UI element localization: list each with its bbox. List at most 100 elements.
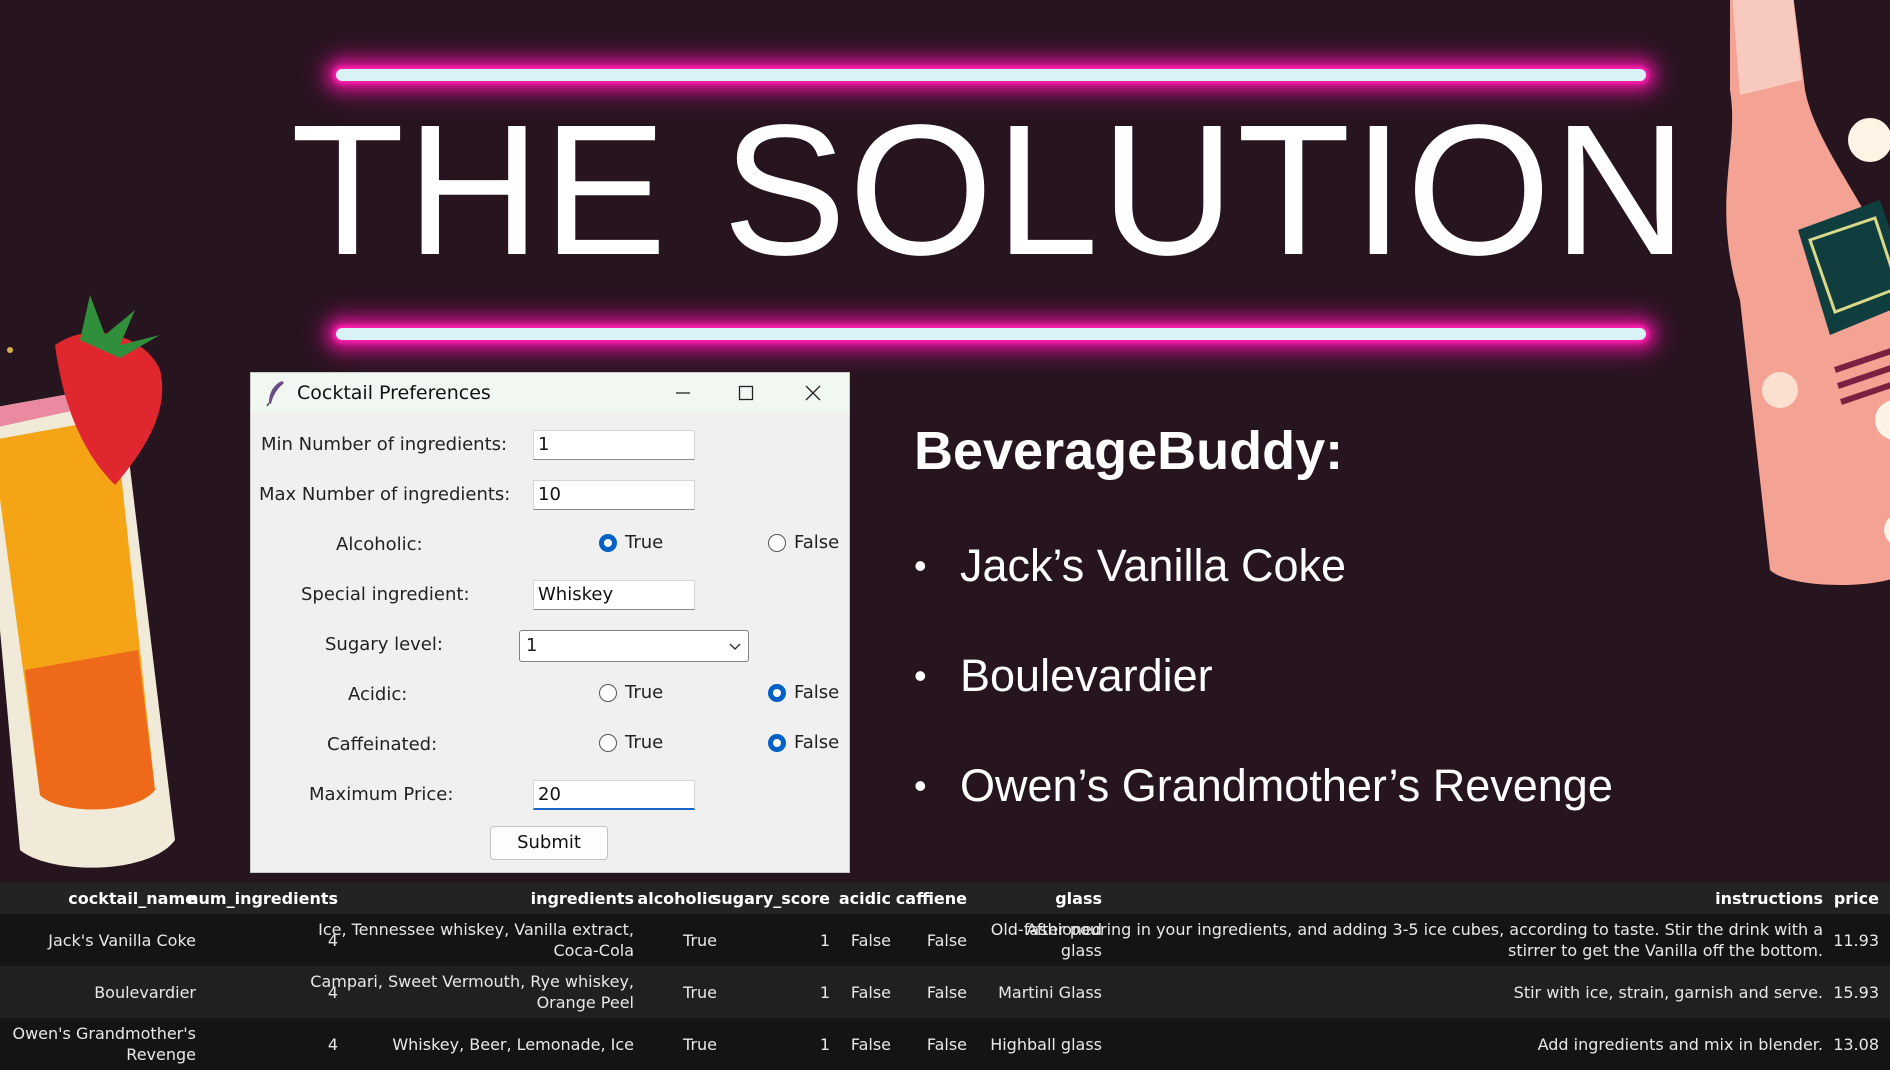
results-heading: BeverageBuddy: bbox=[914, 421, 1344, 481]
alcoholic-label: Alcoholic: bbox=[336, 534, 423, 555]
cell-instructions: After pouring in your ingredients, and a… bbox=[1026, 920, 1823, 939]
caffeinated-true-radio[interactable]: True bbox=[599, 732, 663, 753]
cell-acidic: False bbox=[850, 982, 891, 1002]
cell-ingredients: Coca-Cola bbox=[553, 941, 634, 960]
max-ingredients-input[interactable]: 10 bbox=[533, 480, 695, 510]
results-list: • Jack’s Vanilla Coke • Boulevardier • O… bbox=[914, 540, 1613, 870]
header-cell: sugary_score bbox=[711, 889, 830, 908]
radio-label: False bbox=[794, 732, 840, 753]
cell-price: 15.93 bbox=[1833, 982, 1879, 1002]
result-item: Owen’s Grandmother’s Revenge bbox=[960, 760, 1613, 811]
cell-ingredients: Whiskey, Beer, Lemonade, Ice bbox=[392, 1034, 634, 1054]
cell-caffiene: False bbox=[926, 930, 967, 950]
cell-caffiene: False bbox=[926, 982, 967, 1002]
table-row: Boulevardier 4 Campari, Sweet Vermouth, … bbox=[0, 966, 1890, 1018]
cell-ingredients: Campari, Sweet Vermouth, Rye whiskey, bbox=[310, 972, 634, 991]
max-ingredients-label: Max Number of ingredients: bbox=[259, 484, 511, 505]
cell-price: 13.08 bbox=[1833, 1034, 1879, 1054]
cell-cocktail-name: Jack's Vanilla Coke bbox=[48, 930, 196, 950]
cell-sugary-score: 1 bbox=[819, 982, 830, 1002]
caffeinated-label: Caffeinated: bbox=[327, 734, 438, 755]
sugary-level-label: Sugary level: bbox=[325, 634, 443, 655]
cell-ingredients: Orange Peel bbox=[536, 993, 634, 1012]
radio-label: True bbox=[625, 732, 664, 753]
special-ingredient-input[interactable]: Whiskey bbox=[533, 580, 695, 610]
neon-bar-bottom bbox=[336, 328, 1646, 340]
radio-label: False bbox=[794, 682, 840, 703]
neon-bar-top bbox=[336, 69, 1646, 81]
cell-cocktail-name: Revenge bbox=[126, 1045, 196, 1064]
cell-alcoholic: True bbox=[683, 930, 717, 950]
cocktail-preferences-window: Cocktail Preferences Min Number of ingre… bbox=[250, 372, 850, 873]
radio-indicator bbox=[599, 683, 617, 702]
radio-indicator bbox=[768, 683, 786, 702]
row-min-ingredients: Min Number of ingredients: 1 bbox=[251, 426, 849, 466]
list-item: • Owen’s Grandmother’s Revenge bbox=[914, 760, 1613, 870]
cell-sugary-score: 1 bbox=[819, 930, 830, 950]
row-max-ingredients: Max Number of ingredients: 10 bbox=[251, 476, 849, 516]
radio-indicator bbox=[599, 533, 617, 552]
cell-cocktail-name: Boulevardier bbox=[94, 982, 196, 1002]
cell-acidic: False bbox=[850, 930, 891, 950]
header-cell: caffiene bbox=[895, 889, 967, 908]
maximize-button[interactable] bbox=[716, 373, 776, 413]
close-button[interactable] bbox=[783, 373, 843, 413]
list-item: • Boulevardier bbox=[914, 650, 1613, 760]
radio-indicator bbox=[768, 533, 786, 552]
submit-button[interactable]: Submit bbox=[490, 826, 608, 860]
min-ingredients-input[interactable]: 1 bbox=[533, 430, 695, 460]
cell-instructions: Stir with ice, strain, garnish and serve… bbox=[1513, 982, 1823, 1002]
slide-title: THE SOLUTION bbox=[290, 87, 1690, 294]
window-title: Cocktail Preferences bbox=[297, 382, 491, 404]
alcoholic-false-radio[interactable]: False bbox=[768, 532, 839, 553]
row-special-ingredient: Special ingredient: Whiskey bbox=[251, 576, 849, 616]
alcoholic-true-radio[interactable]: True bbox=[599, 532, 663, 553]
minimize-icon bbox=[676, 392, 690, 394]
cell-price: 11.93 bbox=[1833, 930, 1879, 950]
sugary-level-select[interactable]: 1 bbox=[519, 630, 749, 662]
cell-glass: Martini Glass bbox=[998, 982, 1102, 1002]
radio-label: False bbox=[794, 532, 840, 553]
cocktail-glass-illustration bbox=[0, 295, 175, 868]
caffeinated-false-radio[interactable]: False bbox=[768, 732, 839, 753]
result-item: Boulevardier bbox=[960, 650, 1213, 701]
header-cell: alcoholic bbox=[637, 889, 717, 908]
row-caffeinated: Caffeinated: True False bbox=[251, 726, 849, 766]
row-sugary-level: Sugary level: 1 bbox=[251, 626, 849, 666]
cell-acidic: False bbox=[850, 1034, 891, 1054]
cell-alcoholic: True bbox=[683, 1034, 717, 1054]
window-titlebar[interactable]: Cocktail Preferences bbox=[251, 373, 849, 413]
acidic-false-radio[interactable]: False bbox=[768, 682, 839, 703]
cell-cocktail-name: Owen's Grandmother's bbox=[12, 1024, 196, 1043]
radio-indicator bbox=[599, 733, 617, 752]
header-cell: ingredients bbox=[530, 889, 634, 908]
maximize-icon bbox=[738, 385, 754, 401]
cell-instructions: Add ingredients and mix in blender. bbox=[1537, 1034, 1823, 1054]
max-price-input[interactable]: 20 bbox=[533, 780, 695, 810]
champagne-bottle-illustration bbox=[1726, 0, 1890, 585]
acidic-label: Acidic: bbox=[348, 684, 408, 705]
row-max-price: Maximum Price: 20 bbox=[251, 776, 849, 816]
cell-num-ingredients: 4 bbox=[327, 1034, 338, 1054]
row-alcoholic: Alcoholic: True False bbox=[251, 526, 849, 566]
radio-label: True bbox=[625, 532, 664, 553]
list-item: • Jack’s Vanilla Coke bbox=[914, 540, 1613, 650]
table-row: Owen's Grandmother's Revenge 4 Whiskey, B… bbox=[0, 1018, 1890, 1070]
cell-instructions: stirrer to get the Vanilla off the botto… bbox=[1507, 941, 1823, 960]
header-cell: num_ingredients bbox=[187, 889, 338, 908]
bullet: • bbox=[914, 655, 927, 696]
minimize-button[interactable] bbox=[653, 373, 713, 413]
cell-caffiene: False bbox=[926, 1034, 967, 1054]
results-table: cocktail_name num_ingredients ingredient… bbox=[0, 882, 1890, 1070]
chevron-down-icon bbox=[729, 643, 741, 650]
bullet: • bbox=[914, 545, 927, 586]
feather-icon bbox=[266, 381, 284, 406]
cell-sugary-score: 1 bbox=[819, 1034, 830, 1054]
header-cell: price bbox=[1833, 889, 1879, 908]
radio-label: True bbox=[625, 682, 664, 703]
cell-alcoholic: True bbox=[683, 982, 717, 1002]
header-cell: acidic bbox=[838, 889, 891, 908]
close-icon bbox=[805, 385, 821, 401]
acidic-true-radio[interactable]: True bbox=[599, 682, 663, 703]
radio-indicator bbox=[768, 733, 786, 752]
